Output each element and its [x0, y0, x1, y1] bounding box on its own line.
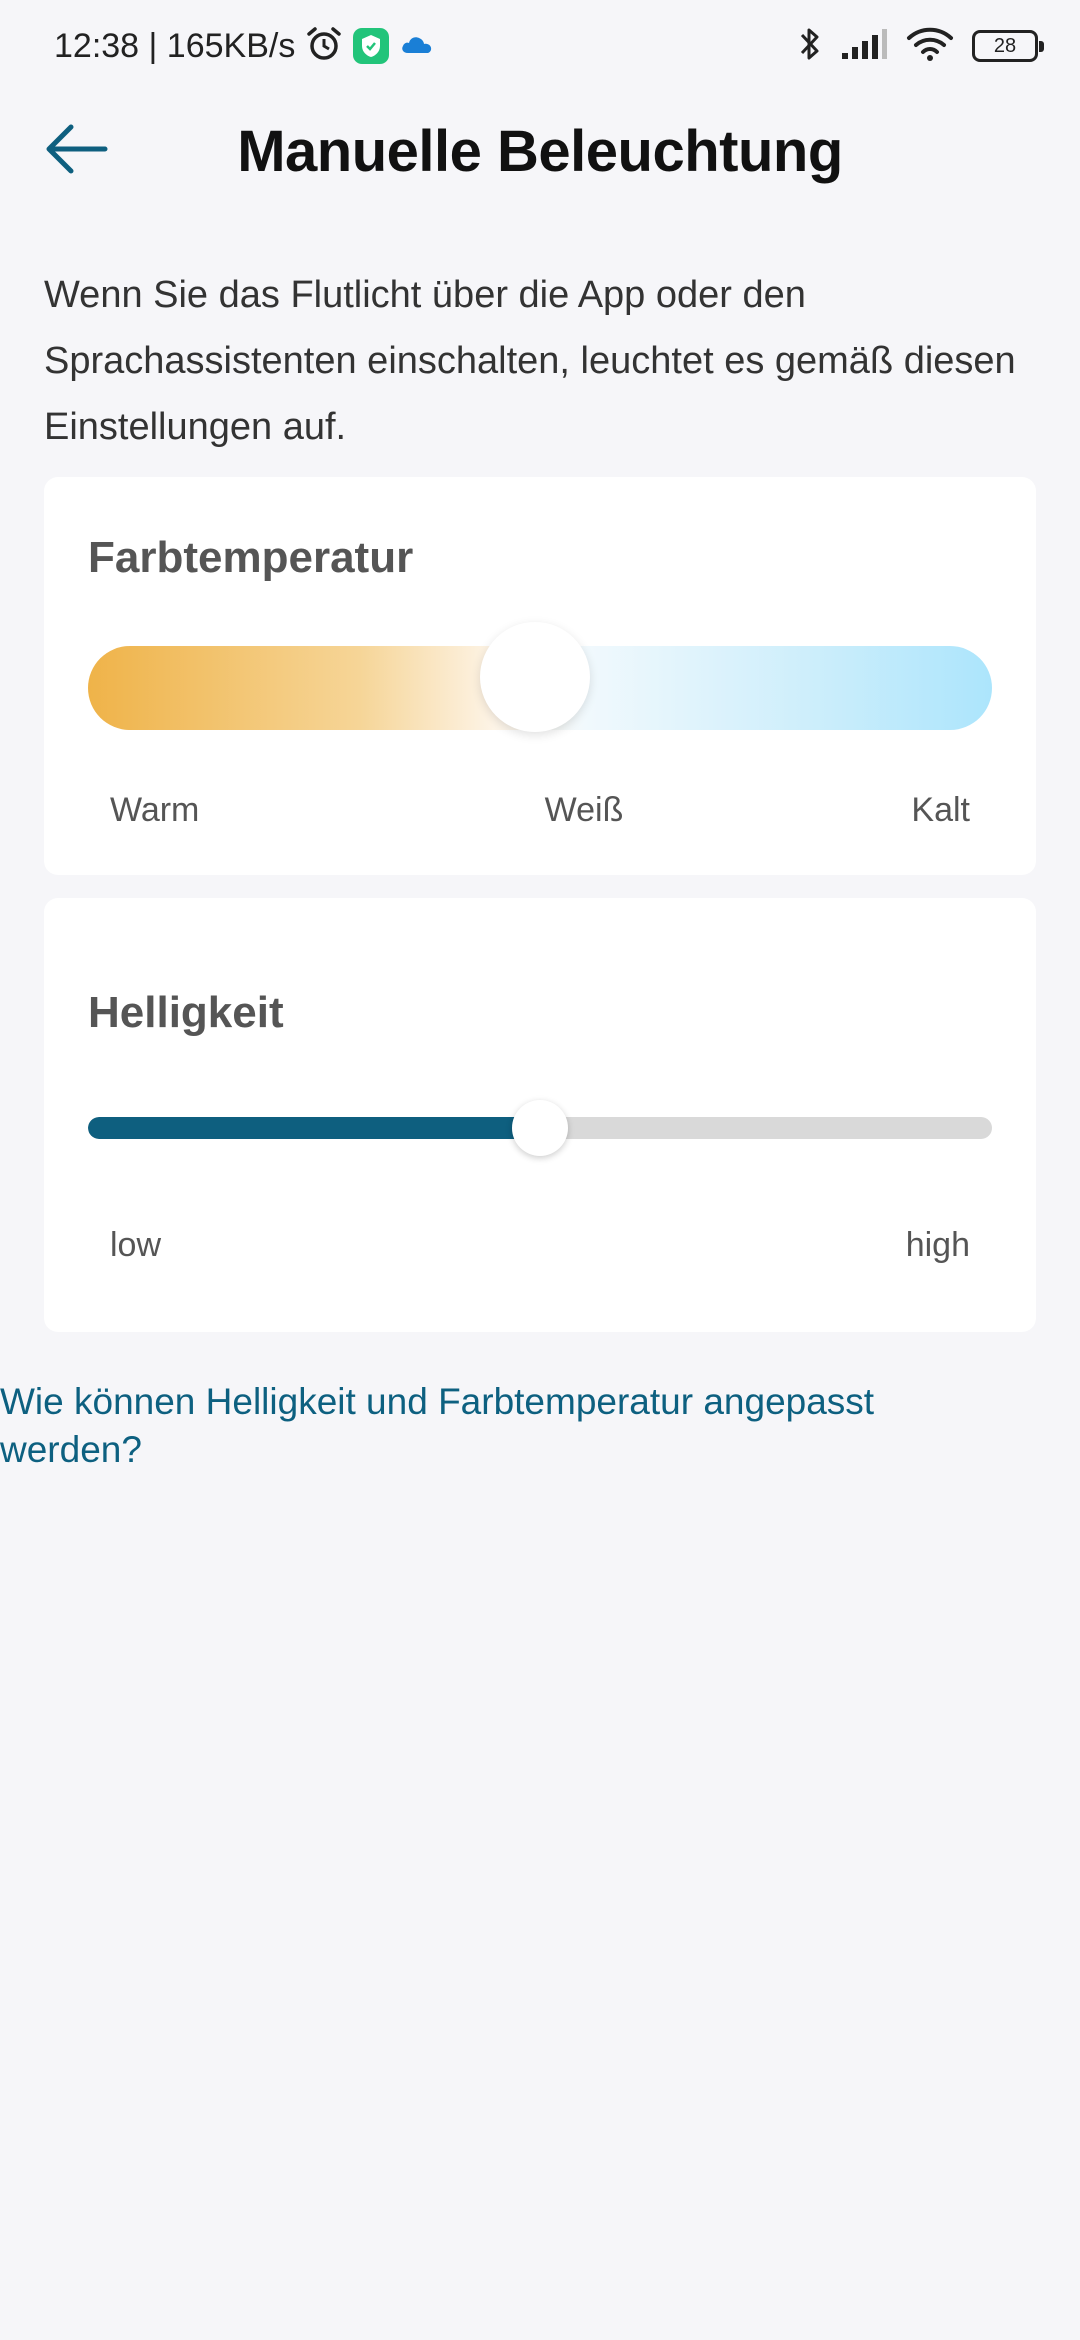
brightness-slider-thumb[interactable] [512, 1100, 568, 1156]
brightness-card: Helligkeit low high [44, 898, 1036, 1332]
brightness-slider-fill [88, 1117, 540, 1139]
color-temperature-title: Farbtemperatur [88, 533, 414, 582]
status-left: 12:38 | 165KB/s [54, 25, 435, 68]
bluetooth-icon [798, 24, 822, 69]
shield-app-icon [353, 28, 390, 64]
label-white: Weiß [544, 791, 624, 829]
header: Manuelle Beleuchtung [0, 92, 1080, 210]
battery-level: 28 [993, 34, 1017, 57]
label-high: high [905, 1226, 970, 1264]
page-title: Manuelle Beleuchtung [237, 119, 843, 184]
label-low: low [110, 1226, 162, 1264]
brightness-title: Helligkeit [88, 988, 284, 1037]
color-temperature-card: Farbtemperatur Warm Weiß Kalt [44, 477, 1036, 875]
label-cold: Kalt [911, 791, 970, 829]
wifi-icon [906, 26, 954, 67]
description-text: Wenn Sie das Flutlicht über die App oder… [44, 274, 1016, 448]
label-warm: Warm [110, 791, 200, 829]
alarm-icon [305, 25, 343, 68]
signal-icon [840, 27, 888, 66]
status-bar: 12:38 | 165KB/s 28 [0, 0, 1080, 92]
battery-icon: 28 [972, 30, 1044, 62]
help-link[interactable]: Wie können Helligkeit und Farbtemperatur… [0, 1378, 1000, 1474]
status-time-speed: 12:38 | 165KB/s [54, 26, 296, 65]
color-temperature-slider-thumb[interactable] [480, 622, 590, 732]
cloud-icon [399, 31, 435, 62]
status-right: 28 [798, 24, 1044, 69]
